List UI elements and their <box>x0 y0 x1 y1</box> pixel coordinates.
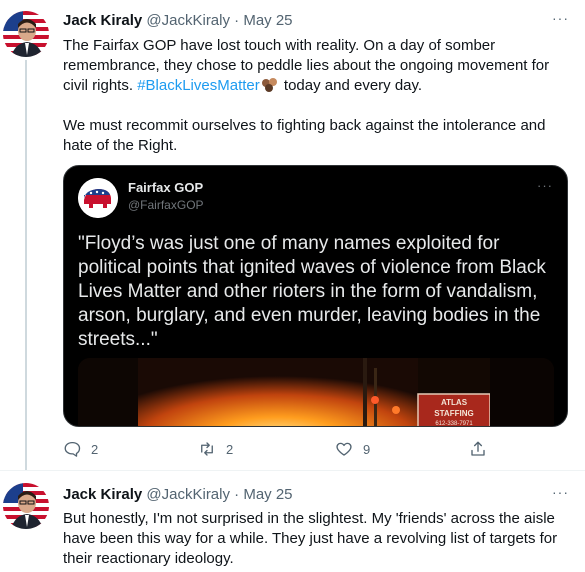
like-count: 9 <box>363 441 371 457</box>
separator-dot: · <box>234 486 240 503</box>
avatar[interactable] <box>3 483 49 529</box>
reply-button[interactable]: 2 <box>63 440 98 458</box>
quoted-avatar <box>78 178 118 218</box>
display-name[interactable]: Jack Kiraly <box>63 12 142 29</box>
tweet-paragraph-1: The Fairfax GOP have lost touch with rea… <box>63 36 563 96</box>
retweet-icon <box>201 442 213 456</box>
raised-fist-icon <box>260 77 280 93</box>
quoted-display-name[interactable]: Fairfax GOP <box>128 180 203 195</box>
tweet-header: Jack Kiraly @JackKiraly · May 25 <box>63 486 293 503</box>
tweet-2[interactable]: Jack Kiraly @JackKiraly · May 25 ··· But… <box>0 471 585 572</box>
tweet-text-part: today and every day. <box>279 77 423 94</box>
tweet-text: But honestly, I'm not surprised in the s… <box>63 510 558 567</box>
reply-icon <box>64 441 81 457</box>
quoted-media-image[interactable]: ATLAS STAFFING 612-338-7971 <box>78 358 554 427</box>
share-icon <box>471 441 485 456</box>
tweet-actions: 2 2 9 <box>63 440 493 462</box>
quoted-user-handle[interactable]: @FairfaxGOP <box>128 198 204 212</box>
user-handle[interactable]: @JackKiraly <box>146 12 230 29</box>
sign-text-line2: STAFFING <box>434 409 473 418</box>
display-name[interactable]: Jack Kiraly <box>63 486 142 503</box>
sign-text-line3: 612-338-7971 <box>435 421 473 427</box>
retweet-button[interactable]: 2 <box>198 440 233 458</box>
sign-text-line1: ATLAS <box>441 398 468 407</box>
like-button[interactable]: 9 <box>335 440 370 458</box>
avatar[interactable] <box>3 11 49 57</box>
more-options-button[interactable]: ··· <box>552 484 569 500</box>
more-options-button[interactable]: ··· <box>552 10 569 26</box>
user-handle[interactable]: @JackKiraly <box>146 486 230 503</box>
tweet-date[interactable]: May 25 <box>243 486 292 503</box>
share-button[interactable] <box>469 440 497 458</box>
reply-count: 2 <box>91 441 99 457</box>
tweet-header: Jack Kiraly @JackKiraly · May 25 <box>63 12 293 29</box>
tweet-paragraph-2: We must recommit ourselves to fighting b… <box>63 117 546 154</box>
quoted-tweet-text: "Floyd’s was just one of many names expl… <box>78 233 546 350</box>
hashtag-link[interactable]: #BlackLivesMatter <box>137 77 260 94</box>
heart-icon <box>336 442 352 456</box>
tweet-date[interactable]: May 25 <box>243 12 292 29</box>
retweet-count: 2 <box>226 441 234 457</box>
separator-dot: · <box>234 12 240 29</box>
tweet-1[interactable]: Jack Kiraly @JackKiraly · May 25 ··· The… <box>0 0 585 470</box>
quoted-tweet[interactable]: Fairfax GOP @FairfaxGOP ··· "Floyd’s was… <box>63 165 568 427</box>
thread-connector <box>25 60 27 470</box>
quoted-more-options[interactable]: ··· <box>537 178 553 193</box>
tweet-text: The Fairfax GOP have lost touch with rea… <box>63 36 563 156</box>
